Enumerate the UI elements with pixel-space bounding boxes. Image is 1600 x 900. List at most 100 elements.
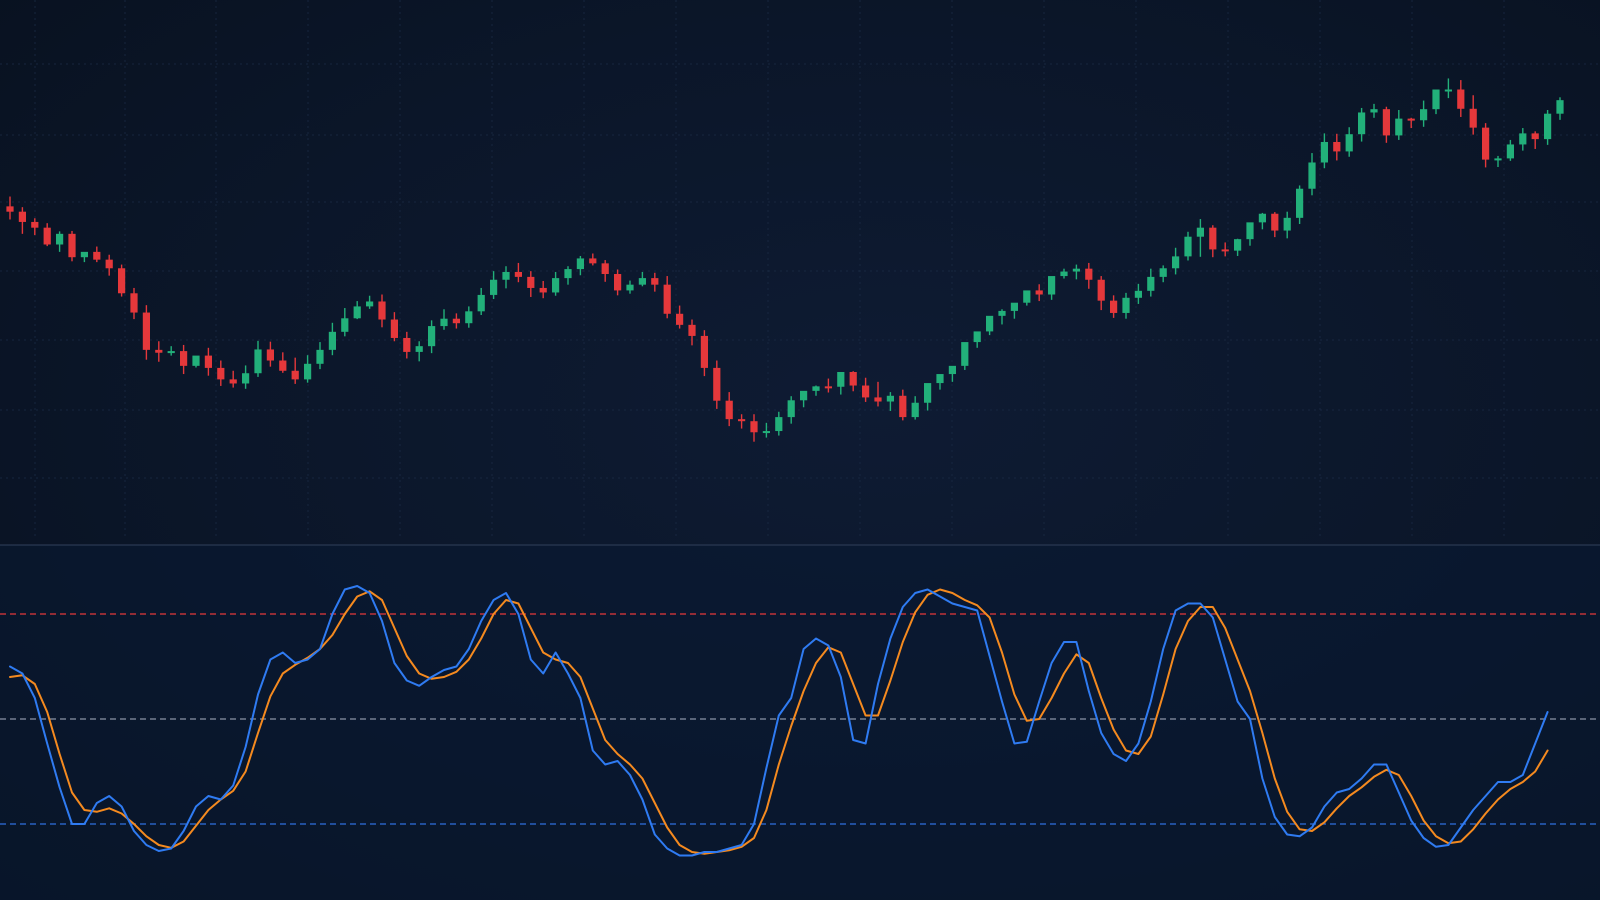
- candle-body-bullish: [837, 372, 845, 387]
- candle-body-bullish: [552, 278, 560, 293]
- candle-body-bullish: [1345, 134, 1353, 152]
- candle-body-bullish: [1395, 118, 1403, 136]
- candle-body-bearish: [1085, 268, 1093, 280]
- candle-body-bullish: [1159, 268, 1167, 277]
- candle-body-bullish: [1147, 276, 1155, 291]
- candle-body-bearish: [1333, 141, 1341, 152]
- candle-body-bearish: [279, 360, 287, 371]
- price-and-oscillator-chart: [0, 0, 1600, 900]
- candle-body-bullish: [341, 318, 349, 332]
- candle-body-bearish: [539, 287, 547, 293]
- candle-body-bearish: [1531, 133, 1539, 140]
- candle-body-bullish: [366, 301, 374, 307]
- candle-body-bearish: [1469, 108, 1477, 128]
- candle-body-bullish: [1010, 302, 1018, 311]
- candle-body-bullish: [242, 373, 250, 384]
- candle-body-bullish: [1072, 268, 1080, 272]
- candle-body-bearish: [738, 419, 746, 422]
- candle-body-bearish: [676, 313, 684, 325]
- candle-body-bearish: [43, 227, 51, 245]
- candle-body-bullish: [1444, 89, 1452, 92]
- candle-body-bullish: [80, 251, 88, 258]
- candle-body-bearish: [1110, 300, 1118, 313]
- candle-body-bullish: [961, 342, 969, 366]
- candle-body-bullish: [465, 311, 473, 324]
- candle-body-bullish: [973, 331, 981, 343]
- candle-body-bullish: [1308, 162, 1316, 189]
- candle-body-bullish: [1048, 276, 1056, 295]
- candle-body-bullish: [787, 400, 795, 418]
- candle-body-bearish: [862, 385, 870, 398]
- candle-body-bullish: [304, 363, 312, 380]
- candle-body-bearish: [899, 395, 907, 418]
- candle-body-bearish: [1035, 290, 1043, 295]
- candle-body-bearish: [31, 221, 39, 228]
- candle-body-bullish: [1420, 109, 1428, 121]
- candle-body-bearish: [750, 421, 758, 433]
- candle-body-bullish: [1370, 109, 1378, 113]
- candle-body-bullish: [428, 326, 436, 347]
- candle-body-bullish: [192, 355, 200, 366]
- candle-body-bullish: [638, 278, 646, 285]
- candle-body-bearish: [713, 367, 721, 401]
- candle-body-bullish: [167, 351, 175, 354]
- candle-body-bullish: [56, 233, 64, 245]
- candle-body-bullish: [998, 310, 1006, 316]
- candle-body-bullish: [948, 365, 956, 375]
- candle-body-bullish: [924, 383, 932, 403]
- candle-body-bullish: [1432, 89, 1440, 110]
- candle-body-bullish: [1246, 222, 1254, 240]
- candle-body-bullish: [886, 395, 894, 402]
- candle-body-bullish: [1320, 141, 1328, 163]
- candle-body-bearish: [93, 251, 101, 260]
- candle-body-bullish: [1196, 227, 1204, 237]
- candle-body-bullish: [415, 346, 423, 352]
- candle-body-bullish: [1494, 158, 1502, 161]
- candle-body-bullish: [1184, 236, 1192, 257]
- candle-body-bearish: [6, 206, 14, 212]
- candle-body-bearish: [1382, 109, 1390, 136]
- candle-body-bullish: [1172, 256, 1180, 269]
- candle-body-bullish: [986, 315, 994, 332]
- candle-body-bearish: [1482, 127, 1490, 160]
- candle-body-bullish: [1060, 271, 1068, 277]
- candle-body-bearish: [663, 284, 671, 314]
- candlestick-series: [6, 78, 1564, 442]
- candle-body-bullish: [328, 331, 336, 350]
- candle-body-bearish: [601, 263, 609, 275]
- candle-body-bearish: [403, 337, 411, 352]
- candle-body-bearish: [1457, 89, 1465, 109]
- candle-body-bullish: [477, 294, 485, 312]
- candle-body-bearish: [105, 259, 113, 269]
- candle-body-bullish: [1134, 290, 1142, 298]
- candle-body-bearish: [514, 271, 522, 277]
- candle-body-bullish: [812, 386, 820, 391]
- candle-body-bearish: [155, 349, 163, 353]
- chart-stage: [0, 0, 1600, 900]
- candle-body-bullish: [316, 349, 324, 364]
- candle-body-bearish: [1271, 213, 1279, 231]
- candle-body-bullish: [564, 269, 572, 279]
- price-grid: [0, 0, 1600, 540]
- candle-body-bearish: [390, 319, 398, 338]
- candle-body-bearish: [266, 349, 274, 361]
- candle-body-bearish: [378, 301, 386, 320]
- candle-body-bearish: [1407, 118, 1415, 121]
- candle-body-bullish: [936, 374, 944, 384]
- candle-body-bullish: [626, 284, 634, 291]
- candle-body-bullish: [762, 431, 770, 434]
- candle-body-bearish: [614, 274, 622, 291]
- candle-body-bearish: [118, 268, 126, 294]
- candle-body-bearish: [589, 258, 597, 264]
- candle-body-bearish: [217, 367, 225, 380]
- candle-body-bullish: [1283, 217, 1291, 231]
- candle-body-bearish: [651, 278, 659, 285]
- candle-body-bullish: [1122, 297, 1130, 313]
- candle-body-bearish: [1221, 249, 1229, 252]
- candle-body-bullish: [254, 349, 262, 374]
- candle-body-bullish: [1519, 133, 1527, 145]
- candle-body-bullish: [1358, 112, 1366, 135]
- candle-body-bullish: [1234, 239, 1242, 251]
- candle-body-bearish: [725, 400, 733, 420]
- candle-body-bearish: [688, 324, 696, 336]
